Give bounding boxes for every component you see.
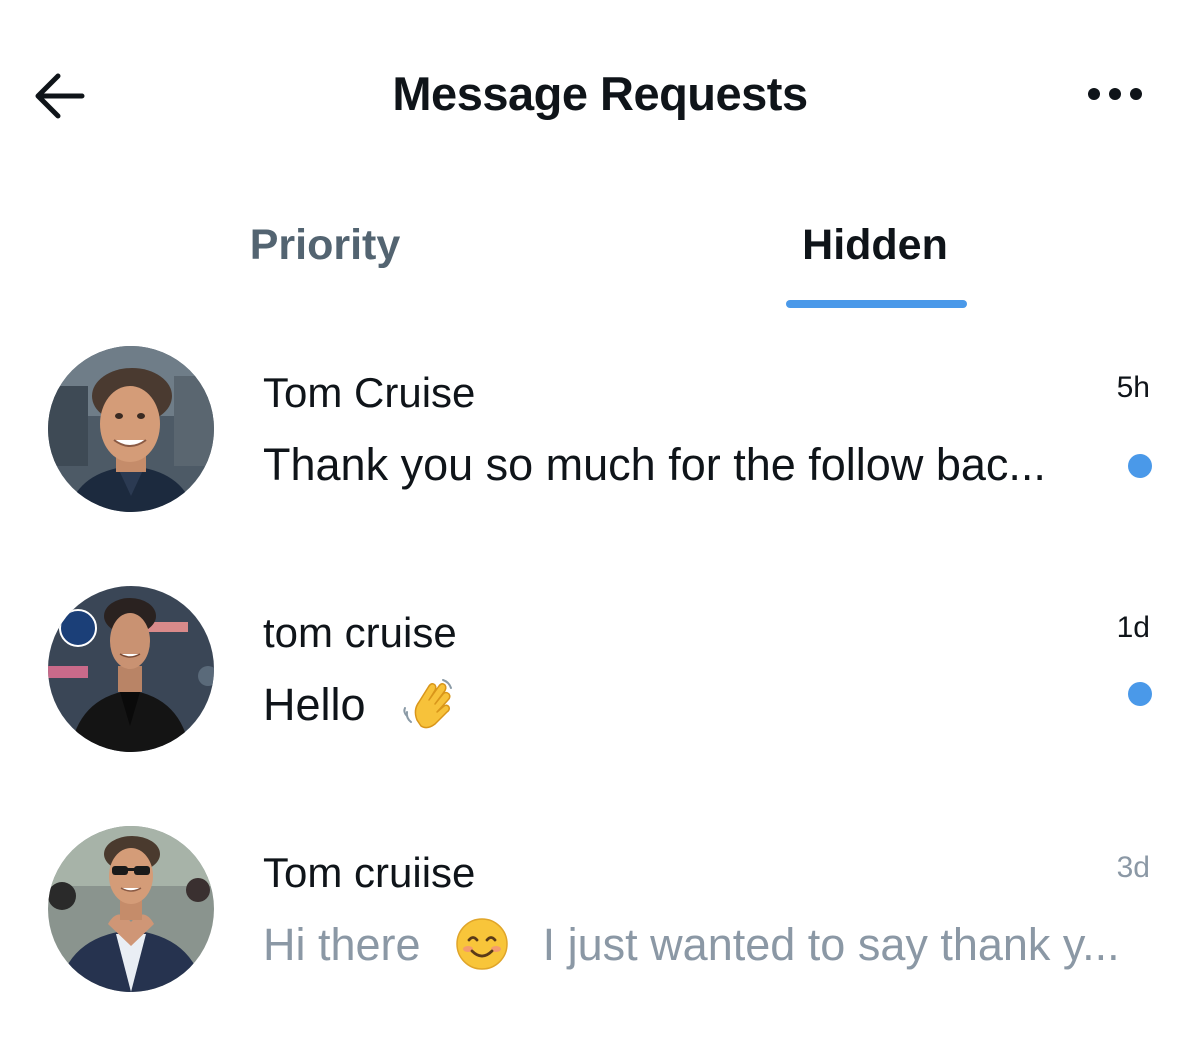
arrow-left-icon	[35, 73, 85, 119]
avatar[interactable]	[48, 826, 214, 992]
message-time: 1d	[1116, 611, 1150, 644]
conversation-row[interactable]: Tom Cruise 5h Thank you so much for the …	[0, 330, 1200, 568]
sender-name: Tom cruiise	[263, 849, 476, 896]
message-preview-text-start: Hi there	[263, 919, 421, 970]
active-tab-indicator	[786, 300, 967, 308]
avatar[interactable]	[48, 586, 214, 752]
message-time: 3d	[1116, 851, 1150, 884]
request-tabs: Priority Hidden	[0, 200, 1200, 315]
avatar[interactable]	[48, 346, 214, 512]
message-preview-text-end: I just wanted to say thank y...	[542, 919, 1120, 970]
tab-hidden[interactable]: Hidden	[740, 200, 1010, 310]
page-title: Message Requests	[392, 67, 808, 120]
message-time: 5h	[1116, 371, 1150, 404]
unread-indicator	[1128, 682, 1152, 706]
top-bar: Message Requests	[0, 0, 1200, 190]
tab-hidden-label: Hidden	[802, 221, 948, 269]
conversation-row[interactable]: tom cruise 1d Hello	[0, 570, 1200, 808]
message-preview: Thank you so much for the follow bac...	[263, 439, 1046, 490]
message-preview: Hello	[263, 678, 455, 736]
tab-priority-label: Priority	[249, 221, 401, 269]
smiling-face-emoji	[454, 916, 510, 972]
sender-name: tom cruise	[263, 609, 457, 656]
more-options-button[interactable]	[1080, 76, 1152, 116]
tab-priority[interactable]: Priority	[180, 200, 470, 310]
back-button[interactable]	[30, 70, 90, 122]
more-horizontal-icon	[1088, 88, 1142, 100]
unread-indicator	[1128, 454, 1152, 478]
conversation-row[interactable]: Tom cruiise 3d Hi there I just wanted to…	[0, 810, 1200, 1048]
sender-name: Tom Cruise	[263, 369, 476, 416]
waving-hand-emoji	[399, 676, 455, 732]
message-preview-text: Hello	[263, 679, 366, 730]
message-preview: Hi there I just wanted to say thank y...	[263, 918, 1120, 976]
